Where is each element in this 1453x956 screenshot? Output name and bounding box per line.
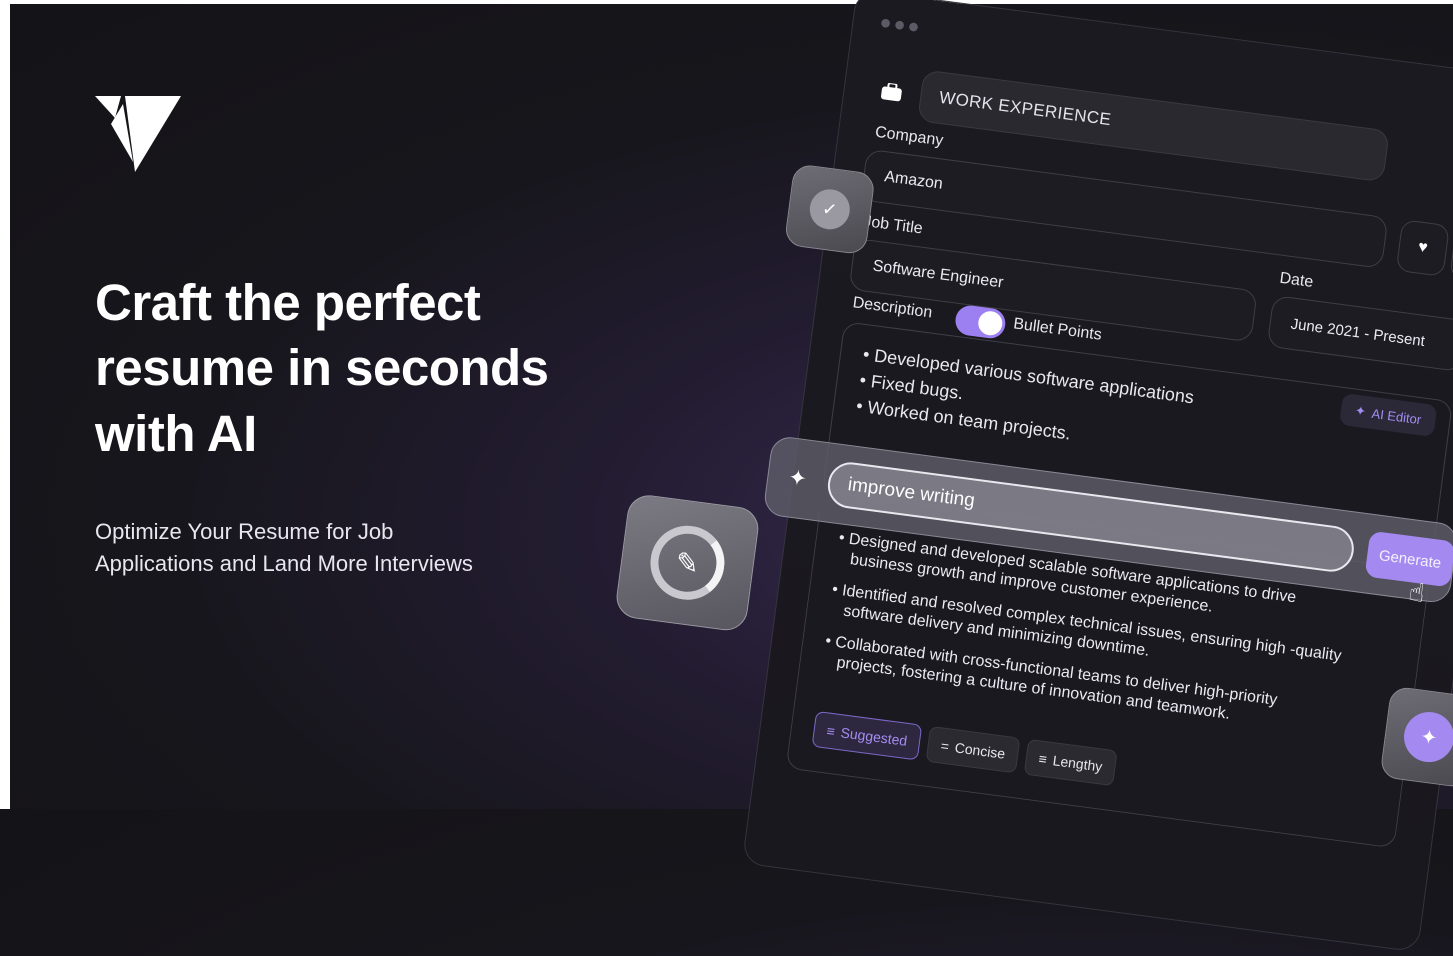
short-lines-icon: = (939, 737, 951, 755)
ai-result-box: Designed and developed scalable software… (785, 509, 1429, 849)
bullet-points-label: Bullet Points (1012, 315, 1103, 344)
ai-result-bullet: Collaborated with cross-functional teams… (821, 632, 1342, 740)
length-chips: ≡ Suggested = Concise ≡ Lengthy (811, 710, 1118, 787)
briefcase-icon (880, 82, 902, 102)
chip-suggested[interactable]: ≡ Suggested (811, 710, 923, 761)
section-title: WORK EXPERIENCE (917, 69, 1390, 183)
frame-top-edge (0, 0, 1453, 4)
lines-icon: ≡ (1037, 750, 1048, 768)
floating-pen-badge: ✎ (613, 492, 761, 633)
floating-sparkle-button[interactable]: ✦ (1379, 685, 1453, 789)
ai-editor-label: AI Editor (1370, 405, 1423, 427)
ai-prompt-input[interactable]: improve writing (825, 459, 1357, 575)
date-label: Date (1278, 269, 1315, 291)
pointer-hand-icon: ☝ (1406, 576, 1427, 609)
visibility-button[interactable]: ◉ (1449, 226, 1453, 285)
job-title-label: Job Title (862, 212, 924, 238)
description-bullet: Worked on team projects. (855, 393, 1189, 462)
ai-editor-button[interactable]: ✦ AI Editor (1339, 392, 1438, 438)
generate-button[interactable]: Generate (1364, 530, 1453, 588)
description-bullet: Developed various software applications (862, 341, 1196, 410)
description-bullet: Fixed bugs. (858, 367, 1192, 436)
brand-logo-icon (95, 96, 181, 172)
bullet-points-toggle[interactable] (953, 303, 1008, 341)
hero-subline: Optimize Your Resume for Job Application… (95, 519, 473, 576)
description-editor[interactable]: Developed various software applications … (821, 321, 1453, 572)
company-input[interactable]: Amazon (860, 148, 1389, 269)
ai-prompt-bar: ✦ improve writing Generate ☝ (762, 434, 1453, 608)
hero-headline: Craft the perfect resume in seconds with… (95, 274, 549, 462)
frame-left-edge (0, 0, 10, 809)
floating-check-badge: ✓ (783, 163, 876, 256)
chip-concise[interactable]: = Concise (925, 725, 1021, 774)
sparkle-icon: ✦ (786, 464, 809, 492)
description-label: Description (851, 294, 934, 322)
chip-label: Concise (953, 739, 1007, 762)
job-title-input[interactable]: Software Engineer (848, 237, 1258, 343)
company-label: Company (874, 123, 945, 150)
chip-lengthy[interactable]: ≡ Lengthy (1023, 738, 1118, 787)
resume-editor-panel: ●●● WORK EXPERIENCE Company Amazon ♥ ◉ J… (613, 0, 1453, 953)
check-icon: ✓ (807, 186, 853, 232)
lines-icon: ≡ (825, 722, 836, 740)
ai-result-bullet: Designed and developed scalable software… (835, 528, 1356, 636)
sparkle-icon: ✦ (1400, 709, 1453, 766)
heart-button[interactable]: ♥ (1395, 219, 1451, 277)
pen-icon: ✎ (645, 521, 729, 605)
sparkle-icon: ✦ (1354, 402, 1367, 419)
ai-result-bullet: Identified and resolved complex technica… (828, 580, 1349, 688)
chip-label: Suggested (839, 724, 909, 749)
chip-label: Lengthy (1051, 752, 1104, 775)
window-dots: ●●● (878, 11, 923, 39)
heart-icon: ♥ (1417, 238, 1429, 257)
date-input[interactable]: June 2021 - Present (1266, 294, 1453, 373)
